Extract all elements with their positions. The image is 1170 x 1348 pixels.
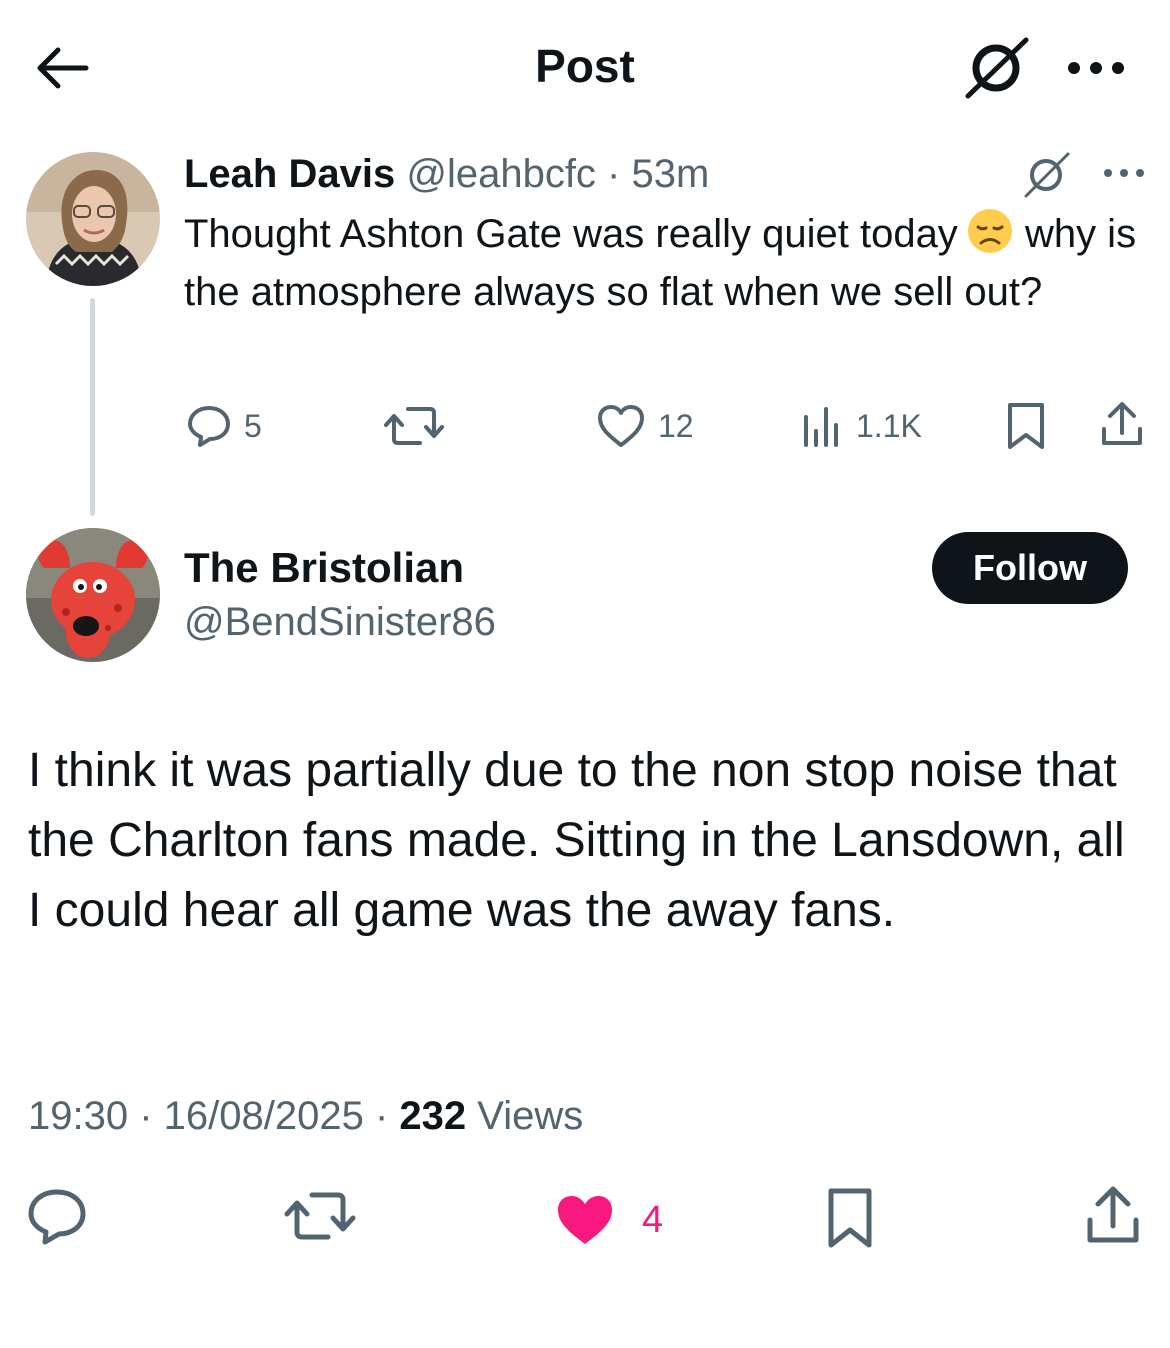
parent-tweet-text: Thought Ashton Gate was really quiet tod… bbox=[184, 205, 1154, 321]
avatar[interactable] bbox=[26, 528, 160, 662]
time-ago[interactable]: 53m bbox=[631, 152, 709, 196]
bookmark-icon bbox=[1008, 403, 1044, 449]
tweet-timestamp: 19:30 · 16/08/2025 · 232 Views bbox=[28, 1090, 583, 1142]
parent-reply-button[interactable]: 5 bbox=[186, 400, 262, 452]
tweet-date[interactable]: 16/08/2025 bbox=[164, 1094, 364, 1138]
more-icon bbox=[1104, 169, 1144, 177]
retweet-button[interactable] bbox=[284, 1184, 356, 1248]
share-icon bbox=[1087, 1186, 1139, 1243]
parent-like-button[interactable]: 12 bbox=[596, 400, 694, 452]
like-count: 4 bbox=[642, 1198, 664, 1241]
author-handle[interactable]: @BendSinister86 bbox=[184, 596, 496, 648]
more-icon bbox=[1068, 62, 1124, 74]
views-icon bbox=[804, 407, 838, 447]
views-label: Views bbox=[466, 1094, 584, 1138]
meta-separator: · bbox=[595, 152, 632, 196]
like-button[interactable]: 4 bbox=[554, 1188, 663, 1252]
reply-count: 5 bbox=[244, 407, 262, 444]
retweet-icon bbox=[284, 1192, 356, 1240]
avatar[interactable] bbox=[26, 152, 160, 286]
heart-icon bbox=[558, 1196, 612, 1244]
tweet-time[interactable]: 19:30 bbox=[28, 1094, 128, 1138]
reply-icon bbox=[188, 406, 230, 447]
bookmark-button[interactable] bbox=[824, 1186, 876, 1250]
follow-button[interactable]: Follow bbox=[932, 532, 1128, 604]
heart-icon bbox=[598, 405, 644, 447]
parent-text-line1: Thought Ashton Gate was really quiet tod… bbox=[184, 212, 958, 256]
like-count: 12 bbox=[658, 407, 694, 444]
retweet-icon bbox=[384, 407, 444, 445]
grok-button[interactable] bbox=[962, 36, 1032, 100]
author-handle[interactable]: @leahbcfc bbox=[406, 152, 596, 196]
parent-views-button[interactable]: 1.1K bbox=[800, 400, 922, 452]
parent-retweet-button[interactable] bbox=[384, 400, 444, 452]
reply-button[interactable] bbox=[26, 1184, 88, 1248]
meta-separator: · bbox=[363, 1094, 400, 1138]
views-count[interactable]: 232 bbox=[399, 1094, 466, 1138]
share-button[interactable] bbox=[1084, 1182, 1142, 1246]
parent-tweet-meta: Leah Davis @leahbcfc · 53m bbox=[184, 148, 709, 200]
parent-more-button[interactable] bbox=[1100, 160, 1148, 186]
parent-bookmark-button[interactable] bbox=[1004, 400, 1048, 452]
parent-grok-button[interactable] bbox=[1018, 150, 1074, 200]
author-name[interactable]: Leah Davis bbox=[184, 152, 395, 196]
reply-icon bbox=[28, 1189, 86, 1245]
views-count: 1.1K bbox=[856, 407, 922, 444]
meta-separator: · bbox=[128, 1094, 164, 1138]
tweet-text: I think it was partially due to the non … bbox=[28, 744, 1125, 937]
disappointed-face-icon bbox=[966, 207, 1014, 255]
thread-line bbox=[90, 298, 95, 516]
grok-icon bbox=[965, 37, 1029, 99]
author-name[interactable]: The Bristolian bbox=[184, 542, 464, 594]
more-options-button[interactable] bbox=[1060, 50, 1132, 86]
grok-icon bbox=[1024, 152, 1070, 198]
parent-share-button[interactable] bbox=[1098, 398, 1146, 450]
bookmark-icon bbox=[828, 1188, 872, 1248]
share-icon bbox=[1102, 402, 1142, 445]
